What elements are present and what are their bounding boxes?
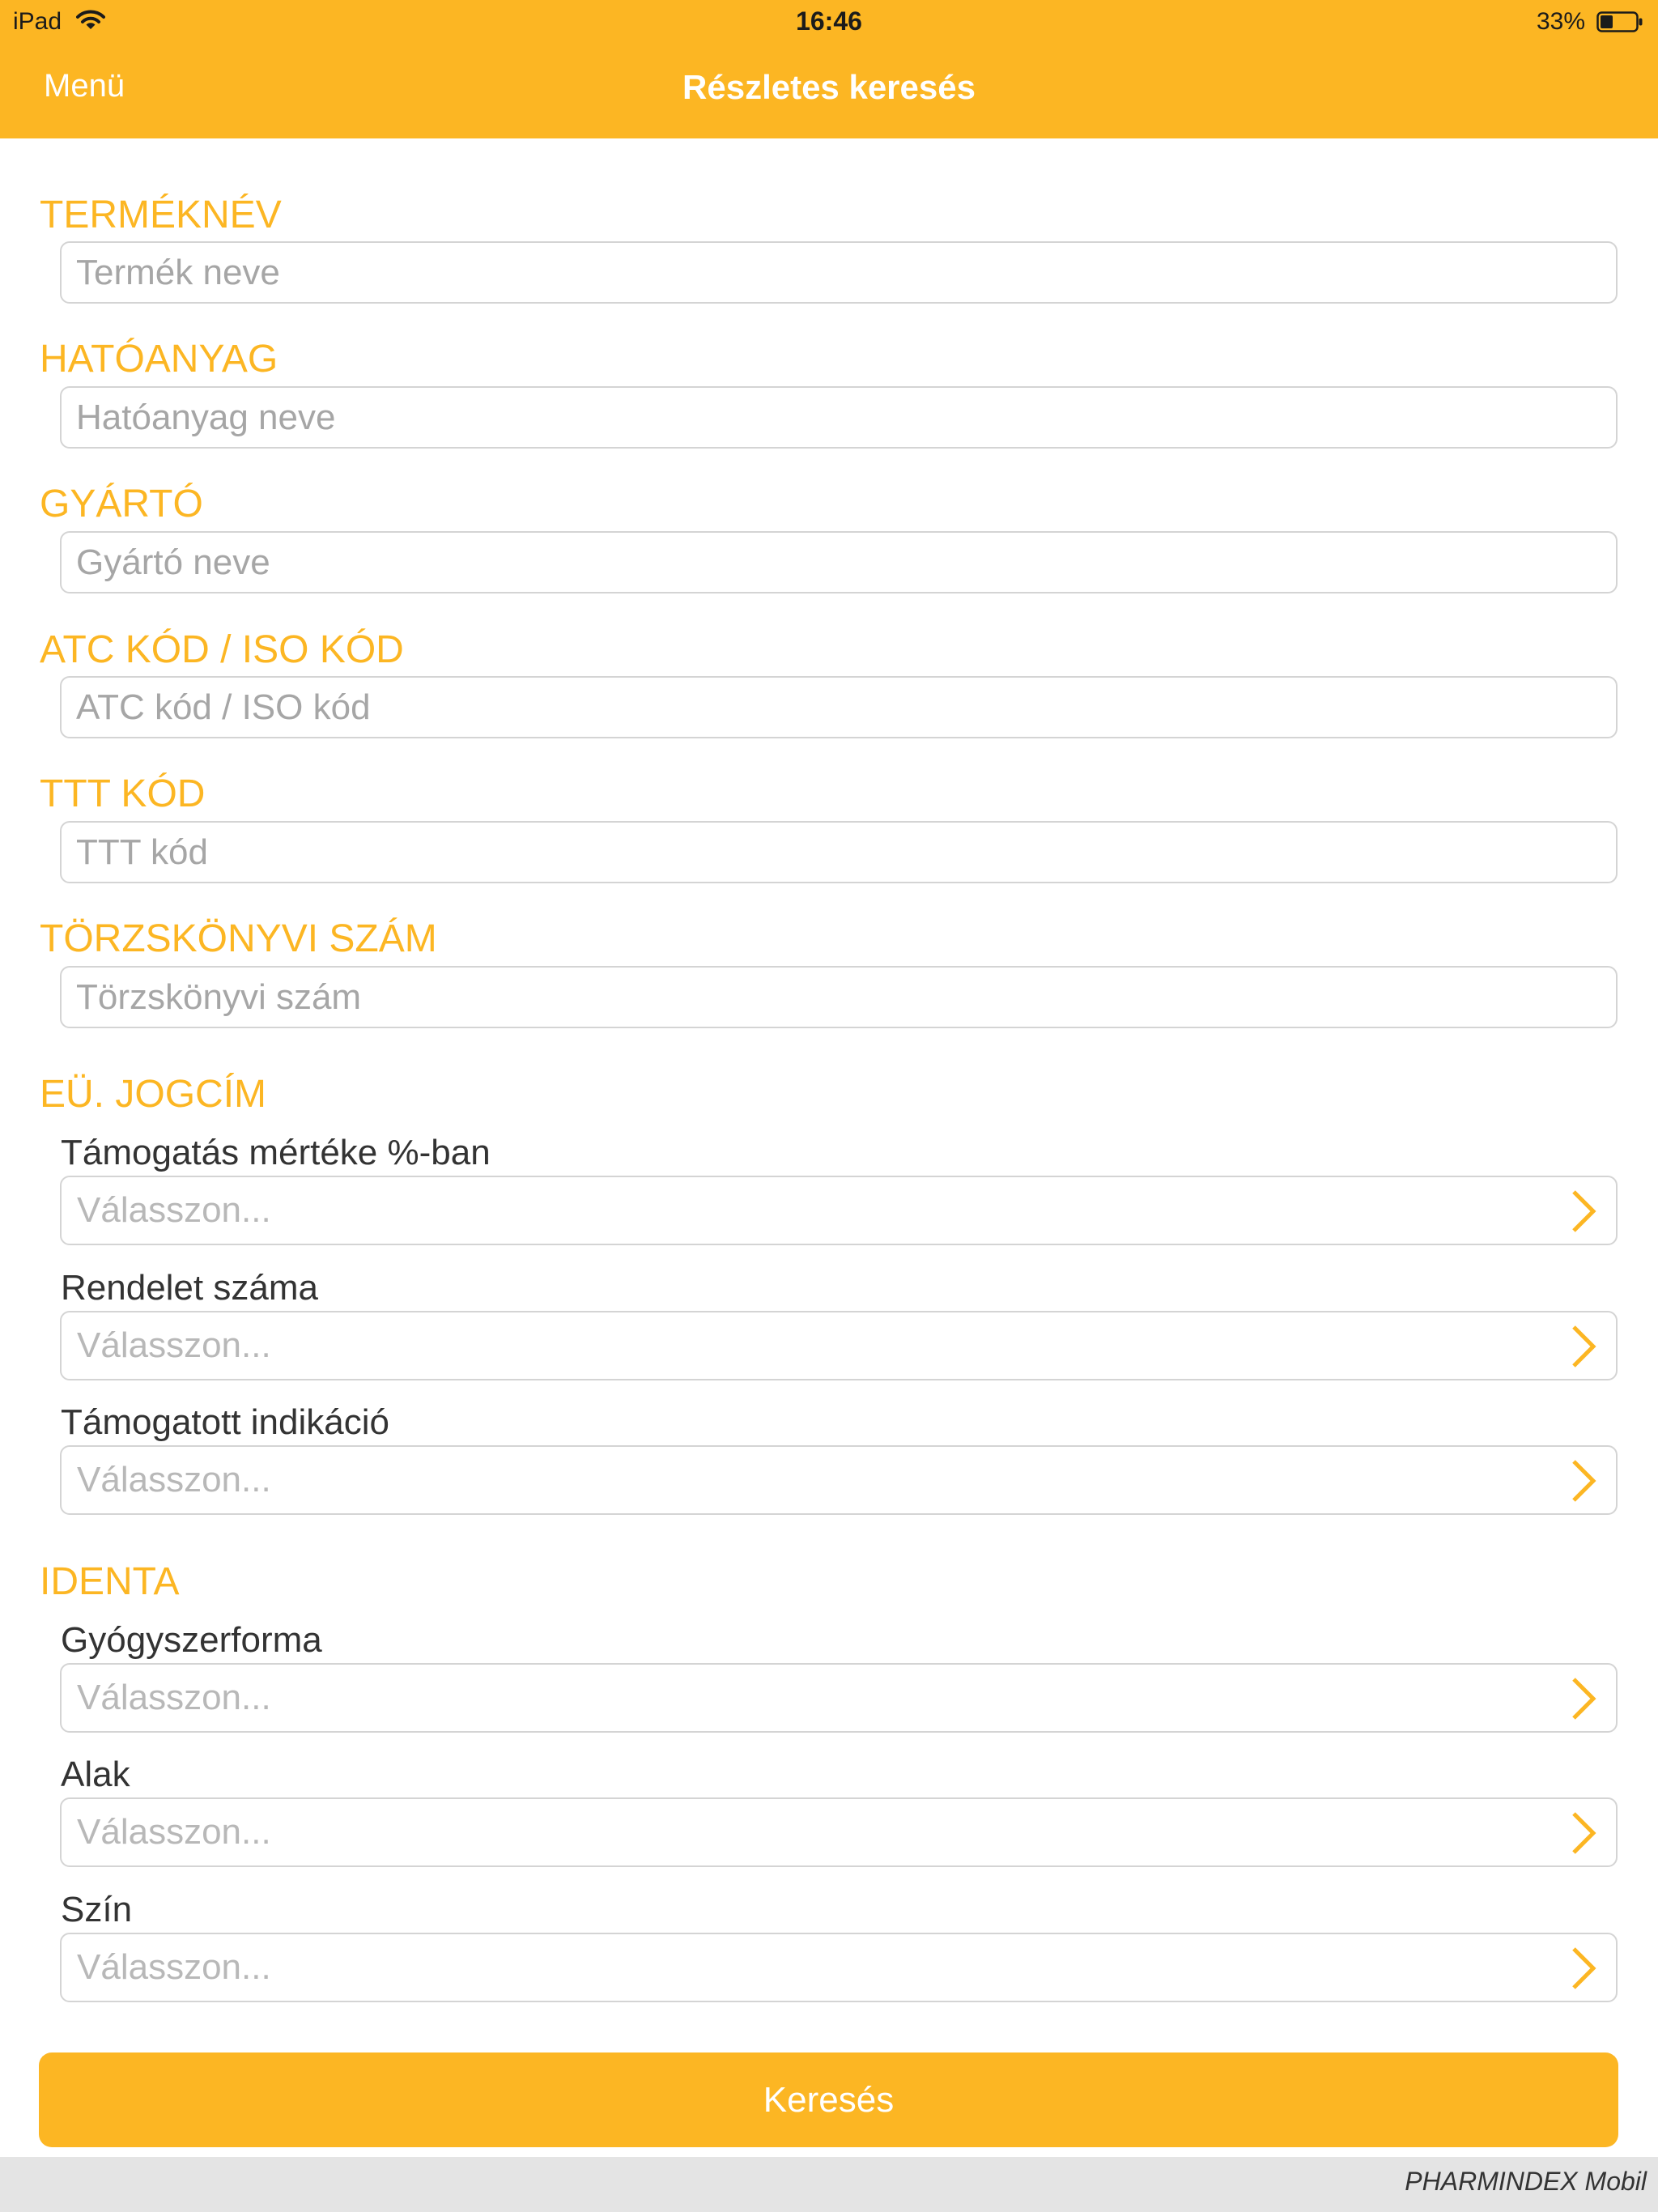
battery-icon [1596, 11, 1643, 32]
page-title: Részletes keresés [682, 68, 976, 106]
gyarto-input[interactable] [62, 533, 1616, 592]
label-tamogatott-indikacio: Támogatott indikáció [61, 1402, 389, 1442]
label-rendelet-szama: Rendelet száma [61, 1268, 318, 1308]
status-time: 16:46 [796, 6, 862, 36]
tamogatas-merteke-select[interactable]: Válasszon... [60, 1176, 1618, 1245]
rendelet-szama-select[interactable]: Válasszon... [60, 1311, 1618, 1380]
top-bar: iPad 16:46 33% Menü Részletes keresés [0, 0, 1658, 138]
chevron-right-icon [1572, 1678, 1596, 1720]
chevron-right-icon [1572, 1460, 1596, 1502]
section-eu-jogcim: EÜ. JOGCÍM [40, 1073, 267, 1116]
atc-iso-field[interactable] [60, 676, 1618, 738]
chevron-right-icon [1572, 1947, 1596, 1989]
hatoanyag-input[interactable] [62, 388, 1616, 447]
label-szin: Szín [61, 1890, 133, 1929]
select-placeholder: Válasszon... [77, 1460, 271, 1499]
gyarto-field[interactable] [60, 531, 1618, 593]
select-placeholder: Válasszon... [77, 1678, 271, 1717]
label-termeknev: TERMÉKNÉV [40, 194, 282, 236]
torzskonyvi-input[interactable] [62, 968, 1616, 1027]
label-gyogyszerforma: Gyógyszerforma [61, 1620, 322, 1660]
label-atc-iso: ATC KÓD / ISO KÓD [40, 628, 404, 671]
chevron-right-icon [1572, 1190, 1596, 1232]
search-button[interactable]: Keresés [39, 2052, 1618, 2147]
battery-percentage: 33% [1536, 8, 1585, 35]
ttt-input[interactable] [62, 823, 1616, 882]
tamogatott-indikacio-select[interactable]: Válasszon... [60, 1445, 1618, 1515]
chevron-right-icon [1572, 1812, 1596, 1854]
label-alak: Alak [61, 1755, 130, 1794]
szin-select[interactable]: Válasszon... [60, 1933, 1618, 2002]
status-bar: iPad 16:46 33% [0, 0, 1658, 44]
alak-select[interactable]: Válasszon... [60, 1797, 1618, 1867]
chevron-right-icon [1572, 1325, 1596, 1368]
termeknev-input[interactable] [62, 243, 1616, 302]
select-placeholder: Válasszon... [77, 1947, 271, 1987]
ttt-field[interactable] [60, 821, 1618, 883]
select-placeholder: Válasszon... [77, 1190, 271, 1230]
footer-brand: PHARMINDEX Mobil [1405, 2167, 1647, 2196]
navigation-bar: Menü Részletes keresés [0, 44, 1658, 138]
torzskonyvi-field[interactable] [60, 966, 1618, 1028]
atc-iso-input[interactable] [62, 678, 1616, 737]
label-torzskonyvi: TÖRZSKÖNYVI SZÁM [40, 917, 437, 960]
select-placeholder: Válasszon... [77, 1325, 271, 1365]
label-hatoanyag: HATÓANYAG [40, 338, 278, 381]
section-identa: IDENTA [40, 1560, 180, 1603]
label-gyarto: GYÁRTÓ [40, 483, 203, 525]
gyogyszerforma-select[interactable]: Válasszon... [60, 1663, 1618, 1733]
label-ttt: TTT KÓD [40, 772, 206, 815]
select-placeholder: Válasszon... [77, 1812, 271, 1852]
hatoanyag-field[interactable] [60, 386, 1618, 449]
footer: PHARMINDEX Mobil [0, 2157, 1658, 2212]
termeknev-field[interactable] [60, 241, 1618, 304]
label-tamogatas-merteke: Támogatás mértéke %-ban [61, 1133, 491, 1172]
